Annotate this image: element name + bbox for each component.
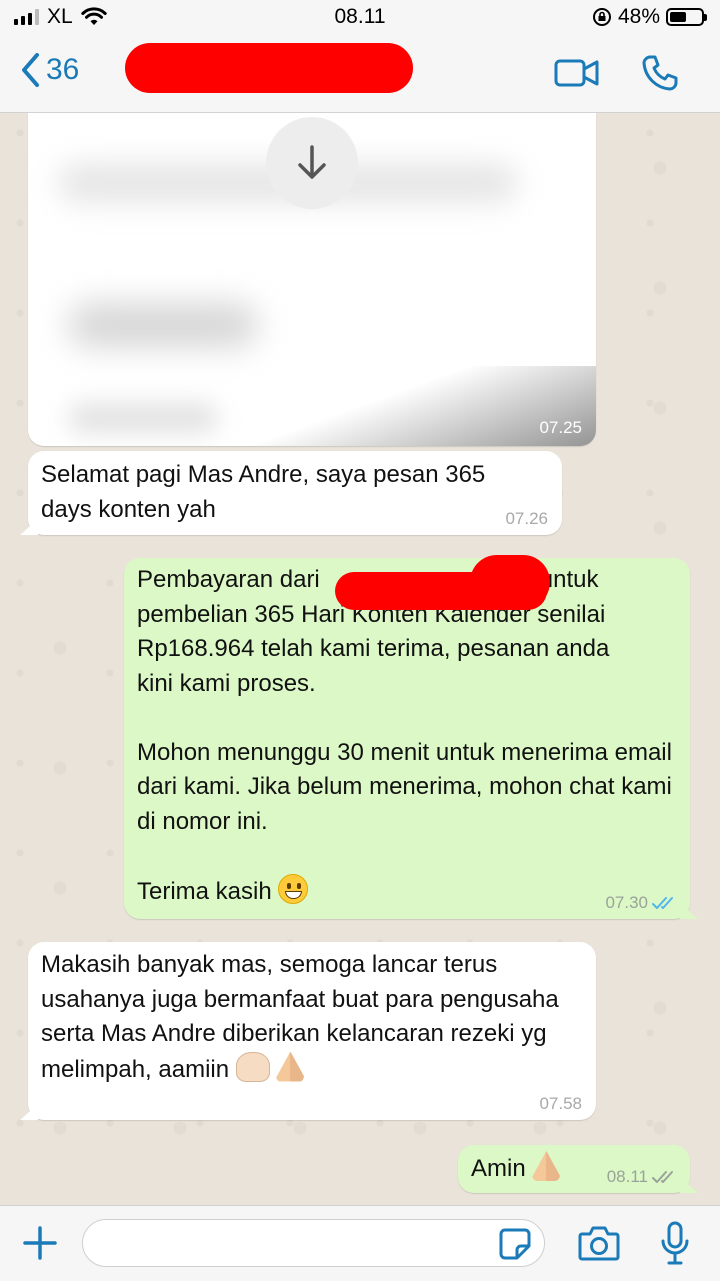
outgoing-message[interactable]: Pembayaran dari untuk pembelian 365 Hari … [124, 555, 690, 919]
message-text: Amin [471, 1155, 526, 1182]
folded-hands-emoji [276, 1051, 305, 1082]
orientation-lock-icon [592, 8, 611, 26]
double-check-icon [652, 1171, 673, 1183]
incoming-message[interactable]: Makasih banyak mas, semoga lancar terus … [28, 942, 596, 1120]
microphone-icon[interactable] [660, 1220, 690, 1266]
status-right: 48% [592, 5, 707, 29]
message-text: Selamat pagi Mas Andre, saya pesan 365 d… [41, 461, 486, 523]
sticker-icon[interactable] [499, 1228, 531, 1260]
camera-icon[interactable] [578, 1224, 620, 1262]
outgoing-message[interactable]: Amin 08.11 [458, 1145, 690, 1193]
time-text: 07.30 [605, 893, 648, 912]
contact-name-redaction [125, 43, 413, 93]
message-line: kini kami proses. [137, 669, 316, 697]
grinning-face-emoji [278, 873, 309, 904]
double-check-icon [652, 897, 673, 909]
palms-up-emoji [235, 1051, 270, 1082]
time-text: 08.11 [606, 1167, 648, 1186]
image-message[interactable]: 07.25 [28, 113, 596, 446]
video-call-icon[interactable] [554, 54, 600, 92]
download-button[interactable] [266, 117, 358, 209]
folded-hands-emoji [532, 1151, 561, 1181]
message-text: Terima kasih [137, 877, 272, 905]
battery-percent: 48% [617, 5, 660, 28]
message-line: Pembayaran dari untuk [137, 555, 678, 610]
message-text: Makasih banyak mas, semoga lancar terus … [41, 951, 559, 1083]
message-time: 07.26 [505, 509, 548, 528]
back-chevron-icon [22, 53, 39, 87]
message-line: Rp168.964 telah kami terima, pesanan and… [137, 635, 610, 662]
back-button[interactable]: 36 [20, 52, 79, 88]
message-input-bar [0, 1205, 720, 1281]
message-time: 07.30 [605, 893, 676, 913]
message-paragraph: Mohon menunggu 30 menit untuk menerima e… [137, 738, 672, 835]
phone-icon[interactable] [641, 54, 679, 92]
battery-icon [666, 8, 707, 26]
chat-header: 36 [0, 36, 720, 113]
message-input[interactable] [82, 1219, 545, 1267]
message-time: 07.58 [539, 1094, 582, 1113]
chat-area[interactable]: 07.25 Selamat pagi Mas Andre, saya pesan… [0, 113, 720, 1205]
incoming-message[interactable]: Selamat pagi Mas Andre, saya pesan 365 d… [28, 451, 562, 535]
status-bar: XL 08.11 48% [0, 0, 720, 36]
unread-count: 36 [46, 53, 80, 86]
message-text: Pembayaran dari [137, 566, 320, 593]
download-arrow-icon [298, 145, 326, 179]
message-time: 07.25 [539, 418, 582, 437]
name-redaction [470, 555, 550, 609]
plus-icon[interactable] [22, 1225, 58, 1261]
message-paragraph: Terima kasih [137, 873, 678, 910]
message-time: 08.11 [607, 1167, 676, 1187]
